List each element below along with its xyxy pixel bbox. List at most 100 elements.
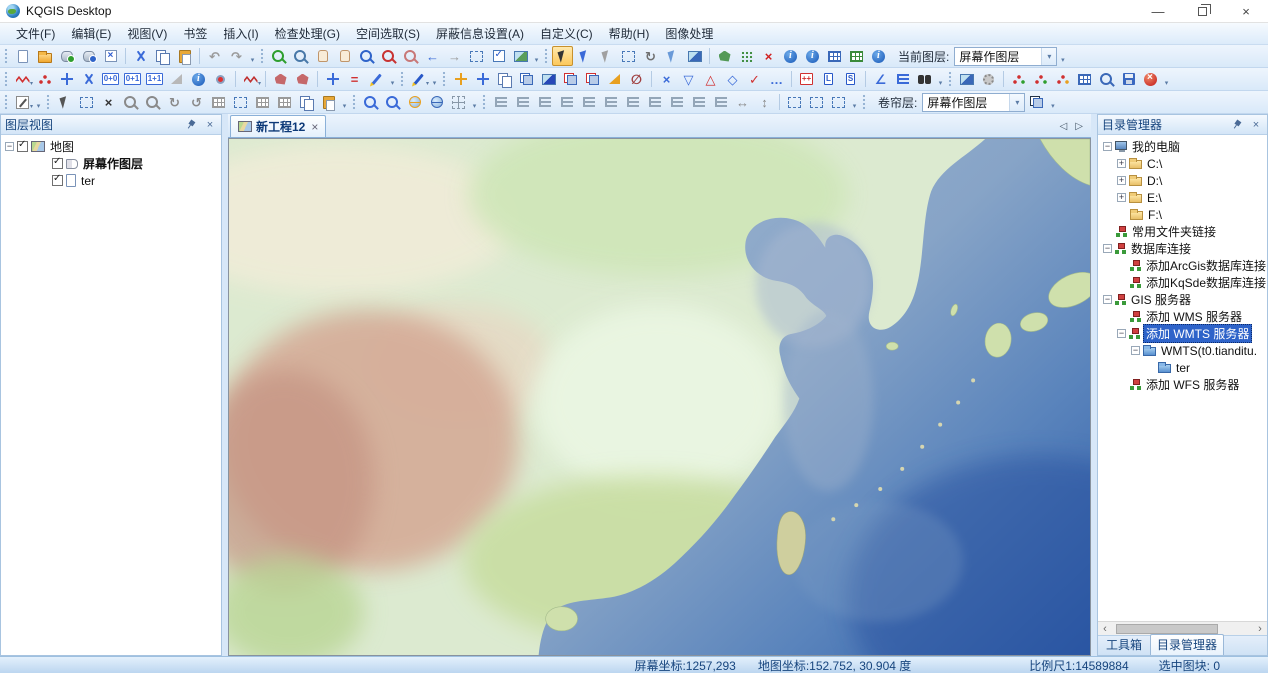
measure-angle-tool-button[interactable]: ∠ [870, 69, 891, 89]
length-unit-l-button[interactable]: L [818, 69, 839, 89]
scroll-thumb[interactable] [1116, 624, 1218, 634]
restore-button[interactable] [1180, 0, 1224, 22]
select-check-button[interactable] [488, 46, 509, 66]
swipe-layer-select[interactable]: 屏幕作图层▾ [922, 93, 1025, 112]
close-icon[interactable]: × [1249, 118, 1263, 132]
toolbar-grip[interactable] [442, 71, 447, 87]
view-center-button[interactable] [448, 92, 469, 112]
tab-toolbox[interactable]: 工具箱 [1100, 635, 1148, 655]
toolbar-grip[interactable] [352, 94, 357, 110]
paste-layout-button[interactable] [516, 69, 537, 89]
new-project-button[interactable] [12, 46, 33, 66]
menu-file[interactable]: 文件(F) [8, 23, 63, 44]
tree-expander[interactable]: + [1117, 193, 1126, 202]
copy-layout-button[interactable] [494, 69, 515, 89]
menu-view[interactable]: 视图(V) [119, 23, 175, 44]
redo-button[interactable]: ↷ [226, 46, 247, 66]
layer-map-checkbox[interactable] [17, 141, 28, 152]
reshape-polygon-button[interactable] [270, 69, 291, 89]
segment-0-1-button[interactable]: 0+1 [122, 69, 143, 89]
paste-button[interactable] [174, 46, 195, 66]
align-left-button[interactable] [490, 92, 511, 112]
tab-project[interactable]: 新工程12 × [230, 115, 326, 137]
catalog-hscrollbar[interactable]: ‹ › [1098, 621, 1267, 635]
pan-to-button[interactable] [334, 46, 355, 66]
swipe-tool-button[interactable] [1026, 92, 1047, 112]
select-features-button[interactable] [574, 46, 595, 66]
toolbar-overflow-button[interactable]: ▾ [470, 92, 479, 112]
map-canvas[interactable] [228, 138, 1091, 656]
swipe-box-button[interactable] [784, 92, 805, 112]
zoom-to-selection-button[interactable] [356, 46, 377, 66]
catalog-add-arcgis-connection[interactable]: 添加ArcGis数据库连接 [1144, 257, 1267, 274]
select-rotate-button[interactable]: ↻ [640, 46, 661, 66]
minimize-button[interactable]: — [1136, 0, 1180, 22]
select-by-polygon-button[interactable] [714, 46, 735, 66]
tab-scroll-right-icon[interactable]: ▷ [1073, 119, 1085, 134]
layout-rotate-button[interactable]: ↻ [164, 92, 185, 112]
layout-zoom-out-button[interactable] [142, 92, 163, 112]
tab-catalog-manager[interactable]: 目录管理器 [1150, 634, 1224, 655]
measure-segments-button[interactable]: … [766, 69, 787, 89]
pan-button[interactable] [312, 46, 333, 66]
toolbar-overflow-button[interactable]: ▾ [850, 92, 859, 112]
copy-button[interactable] [152, 46, 173, 66]
identify-button[interactable] [780, 46, 801, 66]
toolbar-grip[interactable] [4, 94, 9, 110]
layout-cursor-button[interactable] [54, 92, 75, 112]
layout-split-button[interactable] [208, 92, 229, 112]
length-unit-s-button[interactable]: S [840, 69, 861, 89]
catalog-drive-f[interactable]: F:\ [1146, 208, 1164, 222]
layout-frame-button[interactable] [230, 92, 251, 112]
select-by-pattern-button[interactable] [736, 46, 757, 66]
menu-mask-info-settings[interactable]: 屏蔽信息设置(A) [428, 23, 532, 44]
cut-button[interactable] [130, 46, 151, 66]
tab-scroll-left-icon[interactable]: ◁ [1058, 119, 1070, 134]
menu-insert[interactable]: 插入(I) [215, 23, 266, 44]
layout-paste-button[interactable] [318, 92, 339, 112]
fit-height-button[interactable]: ↕ [754, 92, 775, 112]
style-pen-button[interactable]: ▾ [408, 69, 429, 89]
catalog-gis-servers[interactable]: GIS 服务器 [1129, 291, 1193, 308]
view-zoom-out-button[interactable] [382, 92, 403, 112]
tree-expander[interactable]: − [1103, 142, 1112, 151]
same-height-button[interactable] [710, 92, 731, 112]
zoom-out-button[interactable] [290, 46, 311, 66]
edit-properties-button[interactable] [1074, 69, 1095, 89]
catalog-add-kqsde-connection[interactable]: 添加KqSde数据库连接 [1144, 274, 1267, 291]
layer-ter[interactable]: ter [79, 174, 97, 188]
toolbar-overflow-button[interactable]: ▾ [248, 46, 257, 66]
fit-width-button[interactable]: ↔ [732, 92, 753, 112]
segment-1-1-button[interactable]: 1+1 [144, 69, 165, 89]
layout-delete-button[interactable]: × [98, 92, 119, 112]
swipe-vertical-button[interactable] [806, 92, 827, 112]
layout-grid-button[interactable] [252, 92, 273, 112]
tree-expander[interactable]: − [1103, 295, 1112, 304]
chevron-down-icon[interactable]: ▾ [30, 80, 33, 87]
layout-select-button[interactable] [76, 92, 97, 112]
chevron-down-icon[interactable]: ▾ [1009, 94, 1024, 111]
close-icon[interactable]: × [203, 118, 217, 132]
measure-diamond-button[interactable]: ◇ [722, 69, 743, 89]
full-extent-button[interactable] [510, 46, 531, 66]
angle-ruler-button[interactable] [604, 69, 625, 89]
align-middle-button[interactable] [578, 92, 599, 112]
close-project-button[interactable] [100, 46, 121, 66]
attribute-window-button[interactable] [824, 46, 845, 66]
zoom-in-button[interactable] [268, 46, 289, 66]
layout-grid-2-button[interactable] [274, 92, 295, 112]
clip-shapes-button[interactable] [582, 69, 603, 89]
distribute-v-button[interactable] [644, 92, 665, 112]
catalog-drive-e[interactable]: E:\ [1145, 191, 1164, 205]
pin-icon[interactable] [1229, 118, 1243, 132]
draft-ruler-button[interactable] [166, 69, 187, 89]
undo-button[interactable]: ↶ [204, 46, 225, 66]
fixed-zoom-out-button[interactable] [400, 46, 421, 66]
swipe-free-button[interactable] [828, 92, 849, 112]
attribute-table-button[interactable] [846, 46, 867, 66]
measure-cross-button[interactable]: × [656, 69, 677, 89]
toolbar-overflow-button[interactable]: ▾ [532, 46, 541, 66]
catalog-add-wmts-server[interactable]: 添加 WMTS 服务器 [1143, 324, 1252, 343]
toolbar-grip[interactable] [862, 94, 867, 110]
identify-all-button[interactable] [802, 46, 823, 66]
